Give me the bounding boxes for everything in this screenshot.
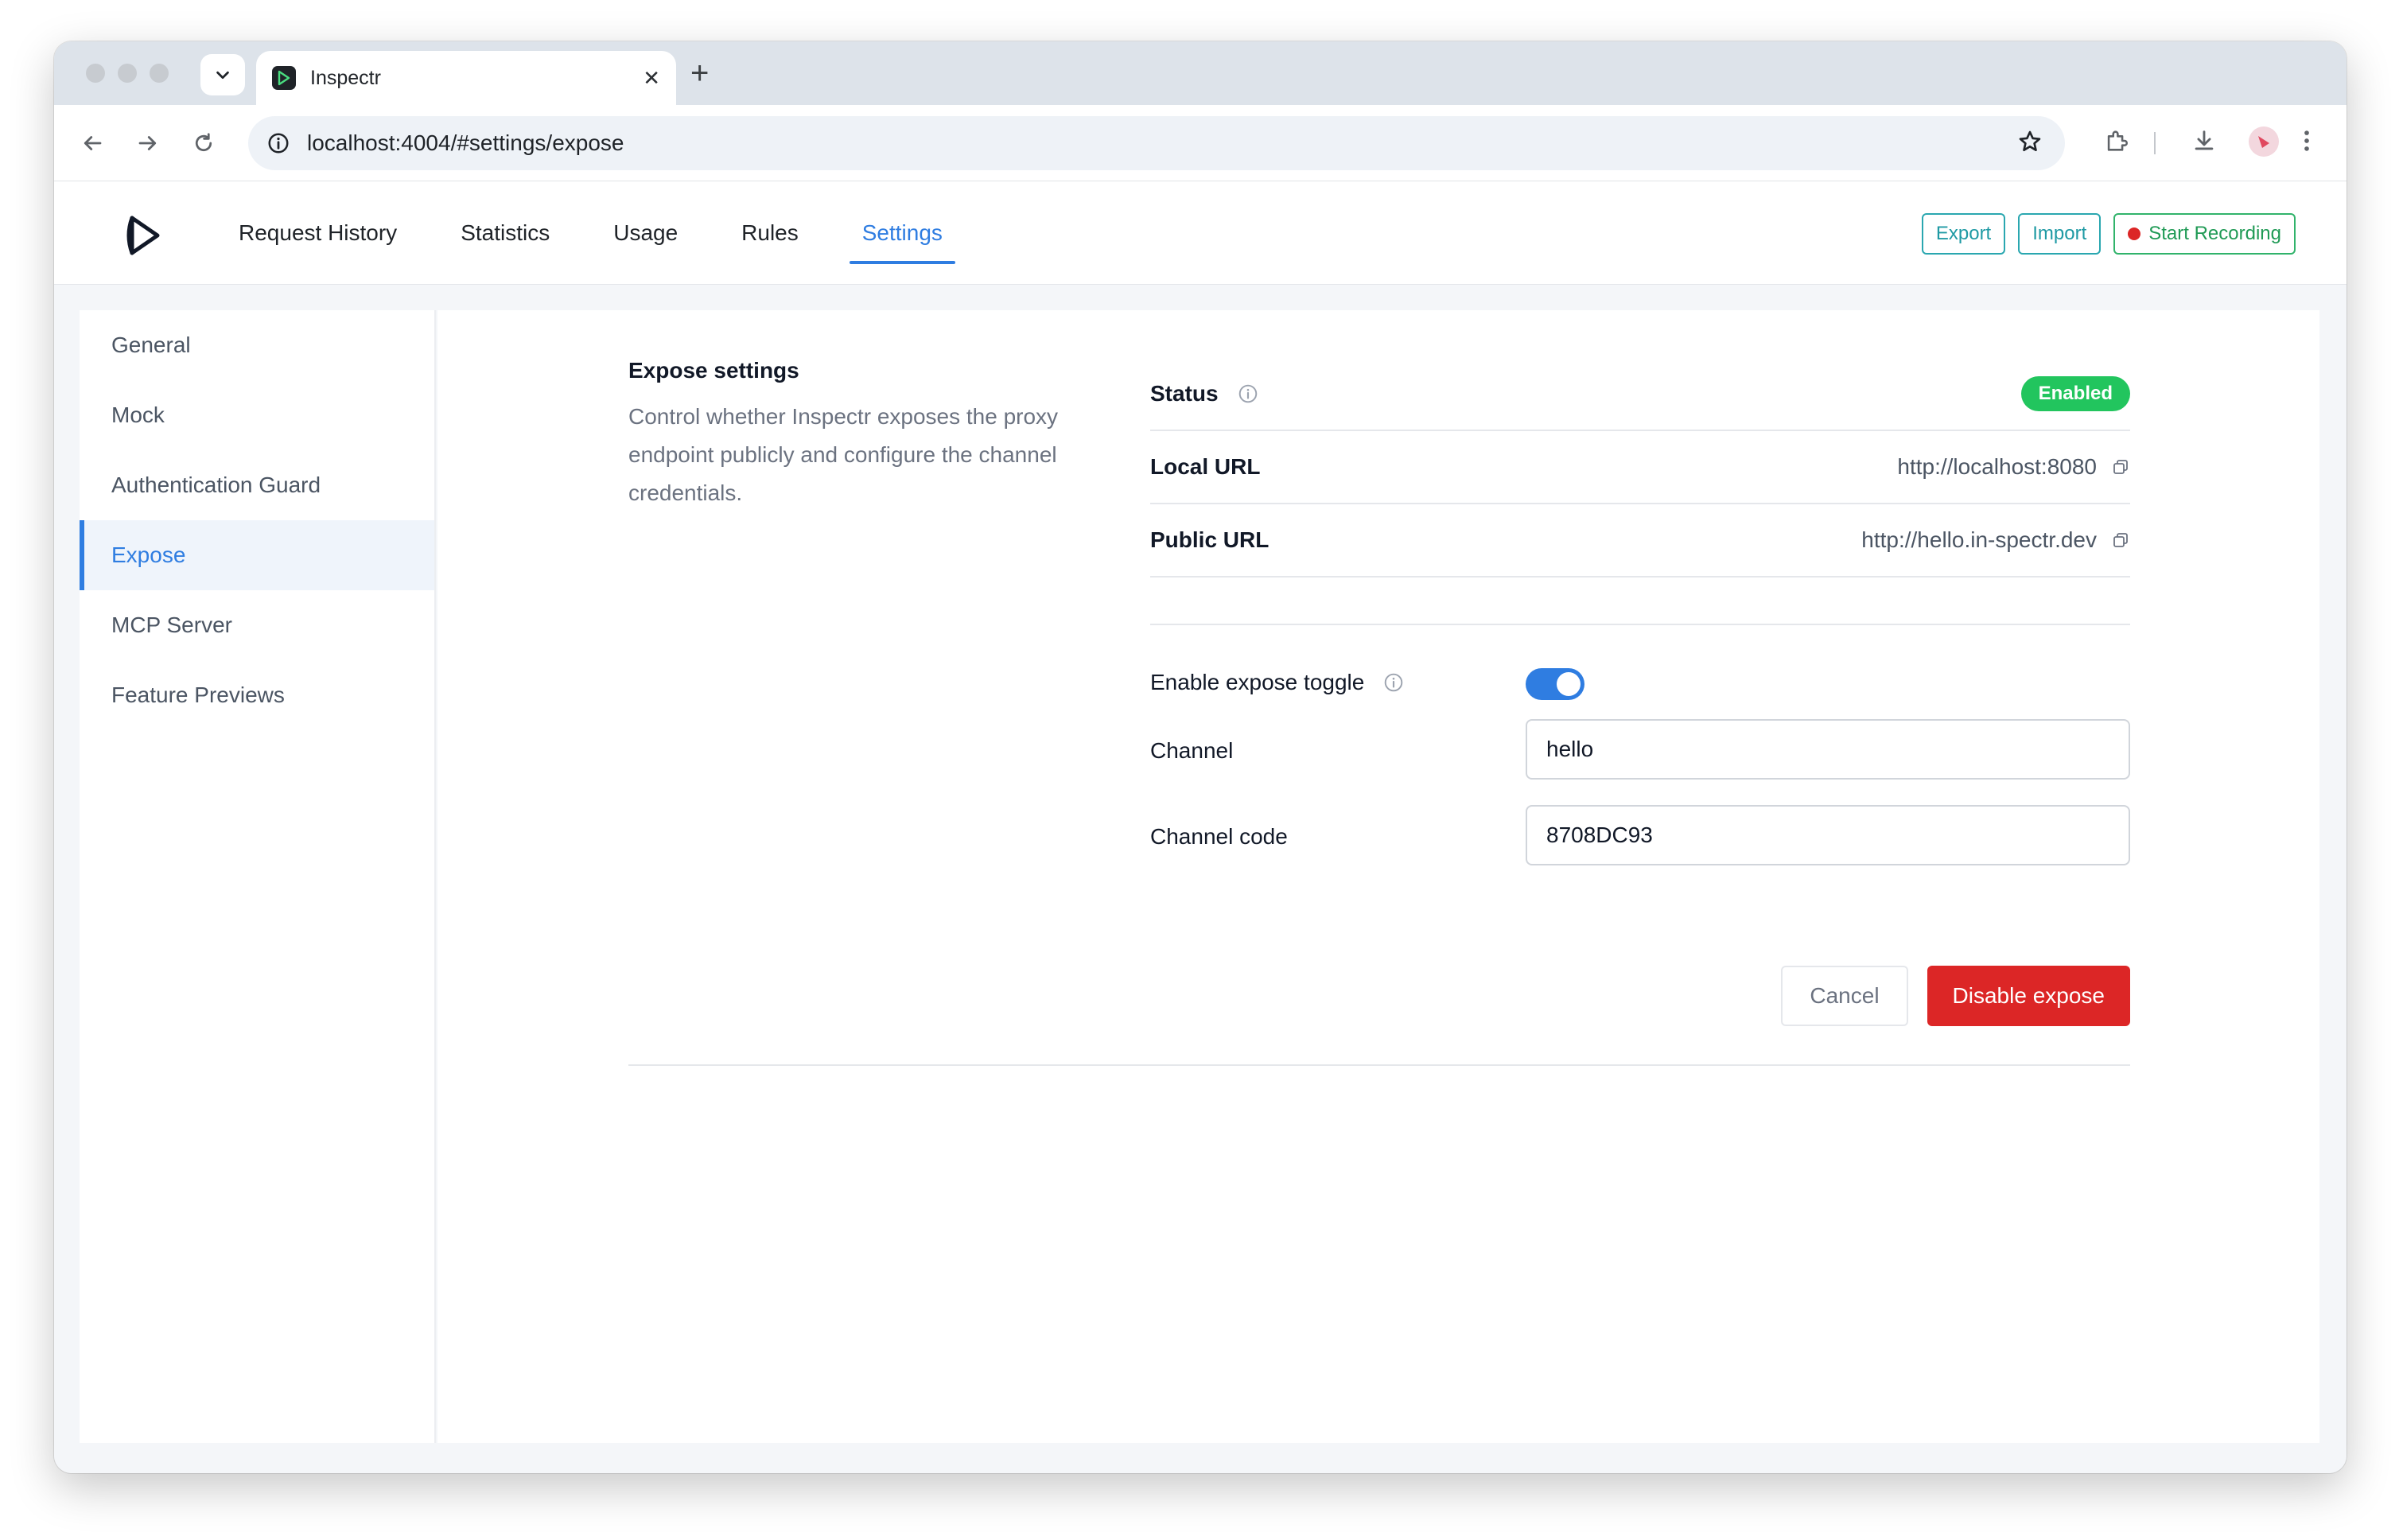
sidebar-item-expose[interactable]: Expose (80, 520, 434, 590)
close-tab-icon[interactable]: ✕ (643, 66, 660, 91)
address-bar[interactable]: localhost:4004/#settings/expose (248, 116, 2065, 170)
tab-search-button[interactable] (200, 54, 245, 95)
local-url-value: http://localhost:8080 (1897, 454, 2097, 479)
form-actions: Cancel Disable expose (1150, 966, 2130, 1026)
import-button[interactable]: Import (2018, 213, 2102, 255)
info-icon[interactable] (1238, 383, 1258, 404)
panel-divider (1150, 578, 2130, 625)
settings-content: Expose settings Control whether Inspectr… (437, 310, 2319, 1443)
start-recording-label: Start Recording (2148, 223, 2281, 244)
sidebar-item-feature-previews[interactable]: Feature Previews (80, 660, 434, 730)
nav-request-history[interactable]: Request History (226, 181, 410, 285)
nav-settings[interactable]: Settings (849, 181, 956, 285)
info-icon[interactable] (1383, 672, 1404, 693)
status-badge: Enabled (2020, 376, 2130, 411)
copy-icon[interactable] (2111, 457, 2130, 476)
profile-avatar[interactable] (2248, 126, 2280, 158)
nav-rules[interactable]: Rules (729, 181, 811, 285)
url-text[interactable]: localhost:4004/#settings/expose (307, 130, 2017, 156)
local-url-label: Local URL (1150, 454, 1261, 479)
nav-usage[interactable]: Usage (601, 181, 690, 285)
settings-sidebar: General Mock Authentication Guard Expose… (80, 310, 436, 1443)
status-label: Status (1150, 381, 1258, 406)
chevron-down-icon (216, 71, 229, 80)
export-button[interactable]: Export (1921, 213, 2006, 255)
record-dot-icon (2128, 228, 2141, 240)
disable-expose-button[interactable]: Disable expose (1927, 966, 2130, 1026)
main-nav: Request History Statistics Usage Rules S… (226, 181, 993, 285)
section-description: Control whether Inspectr exposes the pro… (628, 404, 1059, 505)
toggle-label-text: Enable expose toggle (1150, 670, 1365, 694)
section-title: Expose settings (628, 358, 799, 383)
header-actions: Export Import Start Recording (1921, 213, 2296, 255)
inspectr-logo[interactable] (124, 213, 164, 258)
public-url-value-group: http://hello.in-spectr.dev (1861, 527, 2130, 553)
expose-status-panel: Status Enabled Local URL http://localhos… (1150, 358, 2130, 625)
window-controls (86, 64, 169, 83)
channel-code-input[interactable] (1526, 805, 2130, 865)
public-url-row: Public URL http://hello.in-spectr.dev (1150, 504, 2130, 578)
section-divider (628, 1064, 2130, 1066)
browser-toolbar: localhost:4004/#settings/expose (54, 105, 2347, 181)
tab-title: Inspectr (310, 66, 381, 89)
status-row: Status Enabled (1150, 358, 2130, 431)
browser-window: Inspectr ✕ + localhost:4004/#settings/ex… (54, 41, 2347, 1473)
toggle-label: Enable expose toggle (1150, 670, 1404, 695)
sidebar-item-mock[interactable]: Mock (80, 380, 434, 450)
expose-form: Enable expose toggle Channel Channel cod… (1150, 652, 2130, 910)
channel-code-label: Channel code (1150, 824, 1288, 849)
close-window-button[interactable] (86, 64, 105, 83)
local-url-value-group: http://localhost:8080 (1897, 454, 2130, 480)
expose-toggle[interactable] (1526, 668, 1584, 700)
status-label-text: Status (1150, 381, 1219, 406)
sidebar-item-authentication-guard[interactable]: Authentication Guard (80, 450, 434, 520)
download-icon[interactable] (2191, 127, 2218, 154)
extensions-icon[interactable] (2103, 127, 2130, 154)
inspectr-favicon (272, 66, 296, 90)
bookmark-star-icon[interactable] (2017, 129, 2043, 158)
forward-icon[interactable] (134, 129, 162, 158)
new-tab-button[interactable]: + (690, 57, 709, 89)
nav-statistics[interactable]: Statistics (448, 181, 562, 285)
toolbar-divider (2154, 132, 2156, 154)
tab-strip: Inspectr ✕ + (54, 41, 2347, 105)
app-header: Request History Statistics Usage Rules S… (54, 181, 2347, 285)
channel-input[interactable] (1526, 719, 2130, 780)
app: Request History Statistics Usage Rules S… (54, 181, 2347, 1473)
browser-tab[interactable]: Inspectr ✕ (256, 51, 676, 105)
browser-menu-icon[interactable] (2302, 127, 2312, 154)
channel-code-row: Channel code (1150, 805, 2130, 910)
sidebar-item-general[interactable]: General (80, 310, 434, 380)
cancel-button[interactable]: Cancel (1781, 966, 1908, 1026)
back-icon[interactable] (78, 129, 107, 158)
reload-icon[interactable] (189, 129, 218, 158)
channel-label: Channel (1150, 738, 1234, 763)
minimize-window-button[interactable] (118, 64, 137, 83)
public-url-value: http://hello.in-spectr.dev (1861, 527, 2097, 552)
maximize-window-button[interactable] (150, 64, 169, 83)
sidebar-item-mcp-server[interactable]: MCP Server (80, 590, 434, 660)
start-recording-button[interactable]: Start Recording (2113, 213, 2296, 255)
public-url-label: Public URL (1150, 527, 1269, 552)
expose-intro: Expose settings Control whether Inspectr… (628, 358, 1106, 512)
site-info-icon[interactable] (266, 130, 291, 156)
copy-icon[interactable] (2111, 531, 2130, 550)
local-url-row: Local URL http://localhost:8080 (1150, 431, 2130, 504)
